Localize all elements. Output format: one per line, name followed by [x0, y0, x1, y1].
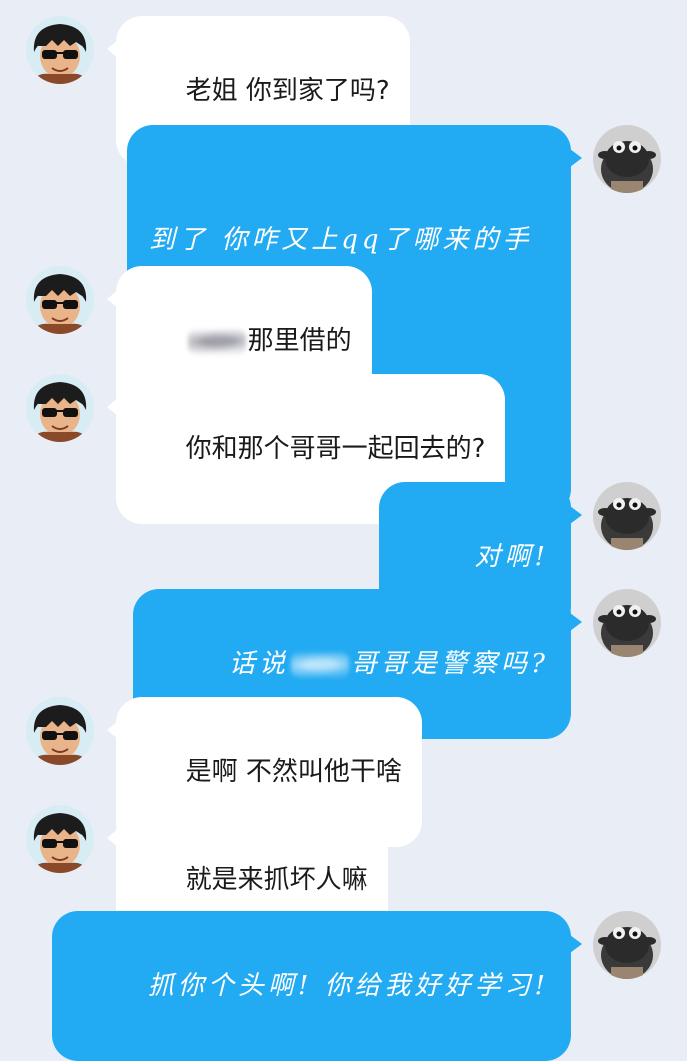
- sunglasses-boy-avatar-icon[interactable]: [26, 374, 94, 442]
- message-text: 哥哥是警察吗?: [351, 649, 549, 679]
- message-text: 话说: [229, 649, 290, 679]
- message-text: 是啊 不然叫他干啥: [185, 757, 402, 787]
- chat-window: 老姐 你到家了吗? 到了 你咋又上qq了哪来的手机 ?: [0, 0, 687, 1061]
- message-text: 对啊!: [474, 542, 549, 572]
- plush-sheep-avatar-icon[interactable]: [593, 482, 661, 550]
- message-text: 你和那个哥哥一起回去的?: [185, 434, 486, 464]
- plush-sheep-avatar-icon[interactable]: [593, 911, 661, 979]
- message-text: 那里借的: [247, 326, 352, 356]
- redacted-name: [187, 328, 246, 355]
- redacted-name: [291, 652, 350, 678]
- message-text: 老姐 你到家了吗?: [185, 76, 390, 106]
- message-text: 抓你个头啊! 你给我好好学习!: [147, 971, 549, 1001]
- plush-sheep-avatar-icon[interactable]: [593, 589, 661, 657]
- message-bubble[interactable]: 抓你个头啊! 你给我好好学习!: [52, 911, 582, 1061]
- sunglasses-boy-avatar-icon[interactable]: [26, 805, 94, 873]
- message-text: 就是来抓坏人嘛: [185, 865, 368, 895]
- sunglasses-boy-avatar-icon[interactable]: [26, 16, 94, 84]
- sunglasses-boy-avatar-icon[interactable]: [26, 266, 94, 334]
- plush-sheep-avatar-icon[interactable]: [593, 125, 661, 193]
- sunglasses-boy-avatar-icon[interactable]: [26, 697, 94, 765]
